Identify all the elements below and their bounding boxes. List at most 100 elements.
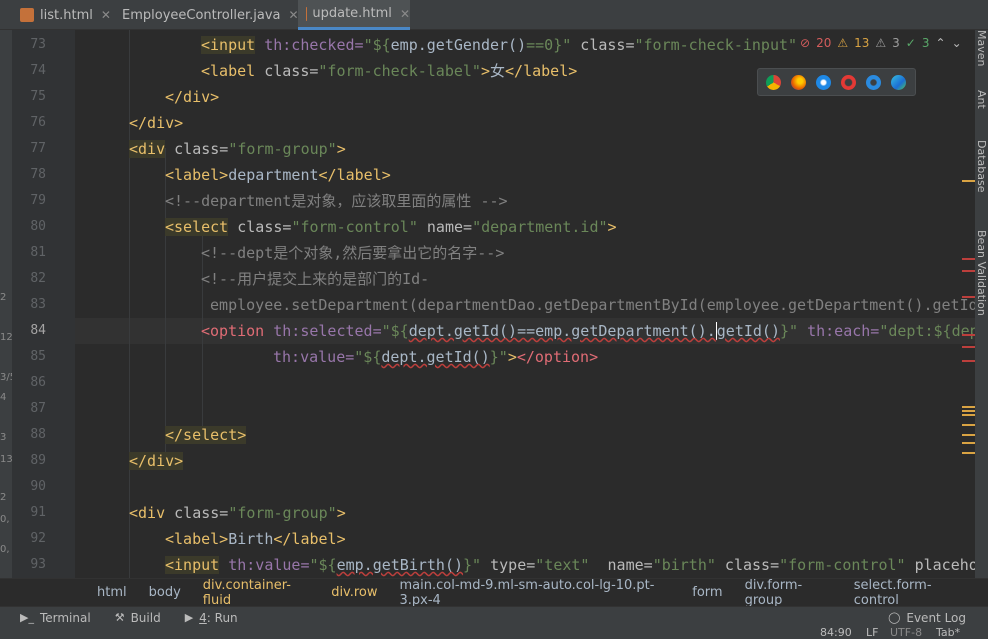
bean-validation-tool-tab[interactable]: Bean Validation	[975, 230, 988, 316]
left-strip-text: 0,	[0, 544, 10, 555]
opera-icon[interactable]	[841, 74, 856, 90]
breadcrumb-item[interactable]: div.container-fluid	[203, 578, 309, 608]
code-line-92[interactable]: <label>Birth</label>	[165, 526, 346, 552]
code-line-80[interactable]: <select class="form-control" name="depar…	[165, 214, 617, 240]
browser-preview-popup	[757, 68, 916, 96]
error-stripe-marker[interactable]	[962, 334, 975, 336]
weak-warning-icon: ⚠	[875, 36, 887, 50]
tab-label: EmployeeController.java	[122, 7, 281, 23]
indent-setting[interactable]: Tab*	[936, 628, 960, 639]
error-icon: ⊘	[800, 36, 811, 50]
warning-stripe-marker[interactable]	[962, 414, 975, 416]
code-line-73[interactable]: <input th:checked="${emp.getGender()==0}…	[201, 32, 797, 58]
line-number: 92	[30, 531, 46, 546]
breadcrumb-item[interactable]: html	[97, 585, 127, 600]
breadcrumb-item[interactable]: main.col-md-9.ml-sm-auto.col-lg-10.pt-3.…	[400, 578, 671, 608]
line-number: 80	[30, 219, 46, 234]
ant-tool-tab[interactable]: Ant	[975, 90, 988, 109]
terminal-tool-button[interactable]: ▶_ Terminal	[20, 611, 91, 625]
breadcrumb-item[interactable]: div.form-group	[745, 578, 832, 608]
code-line-77[interactable]: <div class="form-group">	[129, 136, 346, 162]
maven-tool-tab[interactable]: Maven	[975, 30, 988, 66]
safari-icon[interactable]	[816, 74, 831, 90]
line-number: 79	[30, 193, 46, 208]
code-editor[interactable]: <input th:checked="${emp.getGender()==0}…	[75, 30, 975, 578]
editor-tab-bar: list.html ✕ EmployeeController.java ✕ up…	[0, 0, 988, 30]
line-number: 78	[30, 167, 46, 182]
code-line-91[interactable]: <div class="form-group">	[129, 500, 346, 526]
left-strip-text: 3	[0, 432, 7, 443]
run-icon: ▶	[184, 611, 194, 624]
code-line-79[interactable]: <!--department是对象，应该取里面的属性 -->	[165, 188, 508, 214]
chevron-down-icon[interactable]: ⌄	[952, 36, 962, 50]
warning-stripe-marker[interactable]	[962, 452, 975, 454]
breadcrumb-item[interactable]: div.row	[331, 585, 377, 600]
error-stripe-marker[interactable]	[962, 270, 975, 272]
left-strip-text: 13	[0, 454, 13, 465]
left-strip-text: 12	[0, 332, 13, 343]
code-line-84[interactable]: <option th:selected="${dept.getId()==emp…	[201, 318, 975, 344]
line-number: 85	[30, 349, 46, 364]
line-number: 77	[30, 141, 46, 156]
tab-employee-controller-java[interactable]: EmployeeController.java ✕	[108, 0, 299, 30]
tab-label: list.html	[40, 7, 93, 23]
code-line-76[interactable]: </div>	[129, 110, 183, 136]
line-number: 87	[30, 401, 46, 416]
file-encoding[interactable]: UTF-8	[890, 628, 922, 639]
breadcrumb-item[interactable]: form	[692, 585, 722, 600]
left-strip-text: 4	[0, 392, 7, 403]
edge-icon[interactable]	[891, 74, 906, 90]
warning-icon: ⚠	[837, 36, 849, 50]
warning-stripe-marker[interactable]	[962, 406, 975, 408]
error-count: 20	[816, 36, 832, 50]
code-line-93[interactable]: <input th:value="${emp.getBirth()}" type…	[165, 552, 975, 578]
build-tool-button[interactable]: ⚒ Build	[115, 611, 161, 625]
chevron-up-icon[interactable]: ⌃	[936, 36, 946, 50]
code-line-83[interactable]: employee.setDepartment(departmentDao.get…	[201, 292, 975, 318]
code-line-89[interactable]: </div>	[129, 448, 184, 474]
left-strip-text: 0,	[0, 514, 10, 525]
weak-warning-count: 3	[892, 36, 900, 50]
right-tool-strip: Maven Ant Database Bean Validation	[975, 30, 988, 578]
event-log-icon: ◯	[888, 611, 901, 624]
line-number: 75	[30, 89, 46, 104]
database-tool-tab[interactable]: Database	[975, 140, 988, 193]
code-line-82[interactable]: <!--用户提交上来的是部门的Id-	[201, 266, 429, 292]
line-number-gutter[interactable]: 73 74 75 76 77 78 79 80 81 82 83 84 85 8…	[12, 30, 93, 578]
breadcrumb: html body div.container-fluid div.row ma…	[0, 578, 988, 608]
firefox-icon[interactable]	[791, 74, 806, 90]
breadcrumb-item[interactable]: body	[149, 585, 181, 600]
current-line-number: 84	[30, 323, 46, 338]
code-line-81[interactable]: <!--dept是个对象,然后要拿出它的名字-->	[201, 240, 504, 266]
breadcrumb-item[interactable]: select.form-control	[854, 578, 966, 608]
line-number: 74	[30, 63, 46, 78]
caret-position[interactable]: 84:90	[820, 628, 852, 639]
inspection-widget[interactable]: ⊘ 20 ⚠ 13 ⚠ 3 ✓ 3 ⌃ ⌄	[800, 34, 962, 52]
code-line-78[interactable]: <label>department</label>	[165, 162, 391, 188]
internet-explorer-icon[interactable]	[866, 74, 881, 90]
code-line-74[interactable]: <label class="form-check-label">女</label…	[201, 58, 577, 84]
error-stripe-marker[interactable]	[962, 360, 975, 362]
error-stripe-marker[interactable]	[962, 258, 975, 260]
warning-stripe-marker[interactable]	[962, 410, 975, 412]
event-log-button[interactable]: ◯ Event Log	[888, 611, 966, 625]
line-number: 93	[30, 557, 46, 572]
error-stripe-marker[interactable]	[962, 346, 975, 348]
close-icon[interactable]: ✕	[400, 7, 410, 21]
code-line-88[interactable]: </select>	[165, 422, 247, 448]
line-separator[interactable]: LF	[866, 628, 878, 639]
line-number: 90	[30, 479, 46, 494]
error-stripe-marker[interactable]	[962, 296, 975, 298]
warning-stripe-marker[interactable]	[962, 180, 975, 182]
run-tool-button[interactable]: ▶ 4: Run	[185, 611, 238, 625]
warning-stripe-marker[interactable]	[962, 424, 975, 426]
code-line-75[interactable]: </div>	[165, 84, 219, 110]
line-number: 82	[30, 271, 46, 286]
warning-stripe-marker[interactable]	[962, 434, 975, 436]
left-strip-text: 3/5	[0, 372, 17, 383]
tab-list-html[interactable]: list.html ✕	[12, 0, 112, 30]
warning-stripe-marker[interactable]	[962, 442, 975, 444]
tab-update-html[interactable]: update.html ✕	[298, 0, 410, 30]
code-line-85[interactable]: th:value="${dept.getId()}"></option>	[273, 344, 598, 370]
chrome-icon[interactable]	[766, 74, 781, 90]
